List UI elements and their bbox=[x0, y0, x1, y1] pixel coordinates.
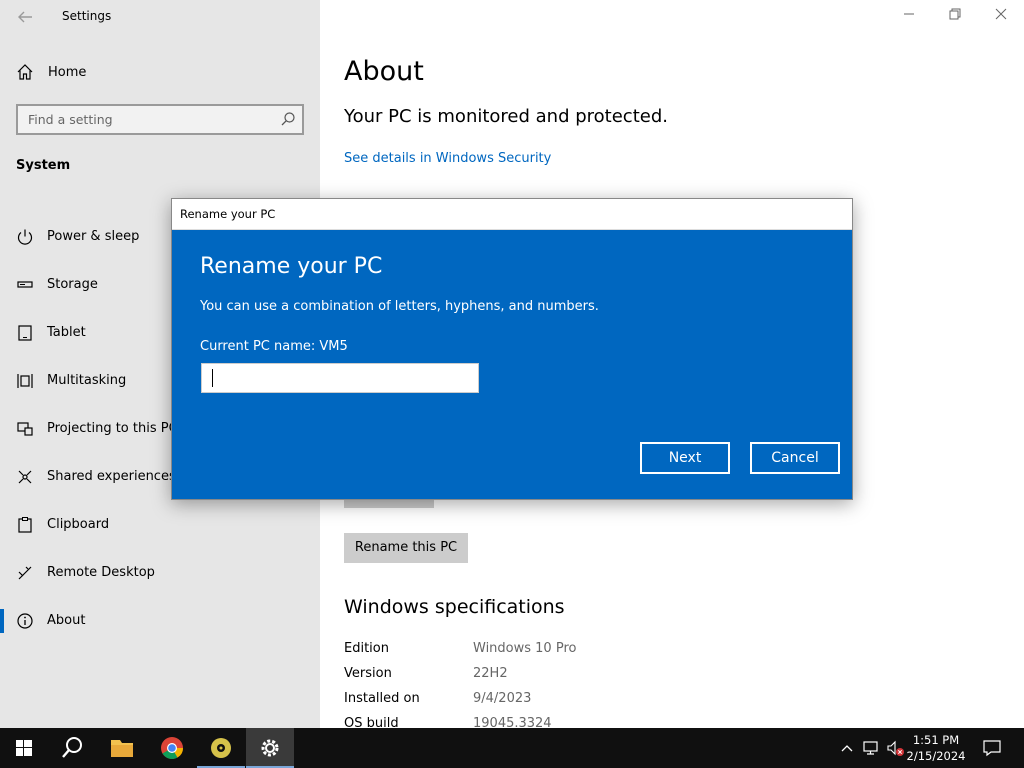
chrome-button[interactable] bbox=[148, 728, 196, 768]
specs-title: Windows specifications bbox=[344, 596, 565, 618]
network-icon[interactable] bbox=[862, 738, 880, 761]
section-title: System bbox=[16, 158, 71, 173]
search-icon[interactable] bbox=[280, 111, 296, 127]
sidebar-item-about[interactable]: About bbox=[0, 601, 320, 641]
minimize-icon bbox=[904, 13, 914, 15]
media-player-button[interactable] bbox=[197, 728, 245, 768]
security-link[interactable]: See details in Windows Security bbox=[344, 151, 551, 166]
remote-desktop-icon bbox=[16, 564, 34, 582]
multitasking-icon bbox=[16, 372, 34, 390]
taskbar: 1:51 PM 2/15/2024 bbox=[0, 728, 1024, 768]
folder-icon bbox=[111, 740, 133, 757]
dialog-window-title: Rename your PC bbox=[180, 207, 276, 221]
info-icon bbox=[16, 612, 34, 630]
windows-logo-icon bbox=[16, 740, 32, 756]
search-taskbar-button[interactable] bbox=[48, 728, 96, 768]
spec-value: 9/4/2023 bbox=[473, 691, 532, 706]
page-title: About bbox=[344, 56, 424, 87]
spec-row: Edition Windows 10 Pro bbox=[344, 641, 744, 661]
settings-taskbar-button[interactable] bbox=[246, 728, 294, 768]
search-icon bbox=[62, 737, 82, 758]
notifications-icon[interactable] bbox=[982, 738, 1002, 761]
clock[interactable]: 1:51 PM 2/15/2024 bbox=[906, 732, 966, 764]
sidebar-item-label: Clipboard bbox=[47, 517, 110, 532]
minimize-button[interactable] bbox=[886, 0, 932, 32]
tablet-icon bbox=[16, 324, 34, 342]
file-explorer-button[interactable] bbox=[98, 728, 146, 768]
sidebar-item-label: Projecting to this PC bbox=[47, 421, 178, 436]
spec-key: Edition bbox=[344, 641, 389, 656]
spec-key: Installed on bbox=[344, 691, 420, 706]
close-button[interactable] bbox=[978, 0, 1024, 32]
projecting-icon bbox=[16, 420, 34, 438]
sidebar-item-label: Multitasking bbox=[47, 373, 127, 388]
clipboard-icon bbox=[16, 516, 34, 534]
current-pc-name: Current PC name: VM5 bbox=[200, 339, 348, 354]
shared-experiences-icon bbox=[16, 468, 34, 486]
rename-pc-button[interactable]: Rename this PC bbox=[344, 533, 468, 563]
chevron-up-icon[interactable] bbox=[840, 738, 854, 761]
pc-name-input[interactable] bbox=[201, 363, 479, 393]
text-caret bbox=[212, 369, 213, 387]
sidebar-item-label: Storage bbox=[47, 277, 98, 292]
spec-row: Version 22H2 bbox=[344, 666, 744, 686]
power-icon bbox=[16, 228, 34, 246]
storage-icon bbox=[16, 276, 34, 294]
app-title: Settings bbox=[62, 9, 112, 23]
search-input[interactable]: Find a setting bbox=[28, 112, 113, 127]
clock-date: 2/15/2024 bbox=[906, 749, 966, 763]
rename-pc-dialog: Rename your PC Rename your PC You can us… bbox=[171, 198, 853, 500]
chrome-icon bbox=[161, 737, 183, 759]
active-indicator bbox=[0, 609, 4, 633]
back-arrow-icon[interactable] bbox=[14, 6, 36, 28]
dialog-description: You can use a combination of letters, hy… bbox=[200, 299, 599, 314]
clock-time: 1:51 PM bbox=[912, 733, 960, 747]
sidebar-item-home[interactable]: Home bbox=[0, 56, 320, 90]
restore-icon bbox=[949, 8, 961, 20]
start-button[interactable] bbox=[0, 728, 48, 768]
gear-icon bbox=[261, 739, 279, 757]
sidebar-item-label: Power & sleep bbox=[47, 229, 140, 244]
next-button[interactable]: Next bbox=[640, 442, 730, 474]
cancel-button[interactable]: Cancel bbox=[750, 442, 840, 474]
spec-key: Version bbox=[344, 666, 392, 681]
protection-status: Your PC is monitored and protected. bbox=[344, 106, 668, 127]
sidebar-item-label: About bbox=[47, 613, 86, 628]
dialog-heading: Rename your PC bbox=[200, 254, 383, 279]
spec-row: Installed on 9/4/2023 bbox=[344, 691, 744, 711]
disc-icon bbox=[211, 738, 231, 758]
spec-value: Windows 10 Pro bbox=[473, 641, 577, 656]
dialog-titlebar: Rename your PC bbox=[172, 199, 852, 230]
search-box[interactable]: Find a setting bbox=[16, 104, 304, 135]
close-icon bbox=[995, 8, 1007, 20]
sidebar-item-label: Shared experiences bbox=[47, 469, 176, 484]
sidebar-item-label: Remote Desktop bbox=[47, 565, 155, 580]
restore-button[interactable] bbox=[932, 0, 978, 32]
spec-value: 22H2 bbox=[473, 666, 508, 681]
sidebar-item-label: Home bbox=[48, 65, 87, 80]
home-icon bbox=[16, 63, 34, 81]
sidebar-item-label: Tablet bbox=[47, 325, 86, 340]
sidebar-item-remote-desktop[interactable]: Remote Desktop bbox=[0, 553, 320, 593]
volume-muted-icon[interactable] bbox=[886, 738, 906, 761]
sidebar-item-clipboard[interactable]: Clipboard bbox=[0, 505, 320, 545]
